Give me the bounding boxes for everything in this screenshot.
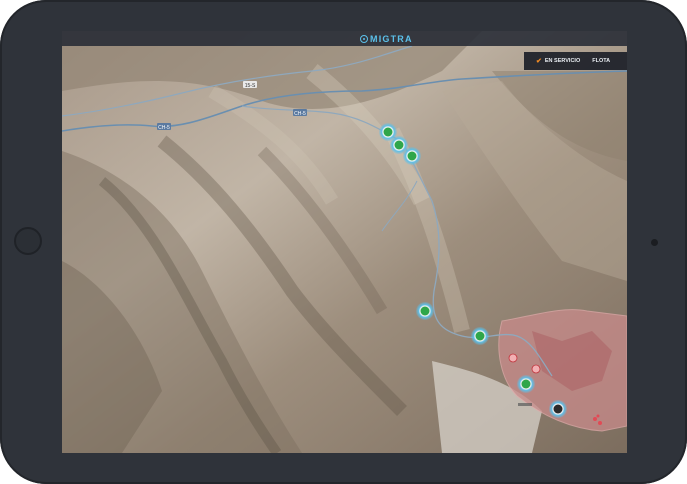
fleet-menu: ✔ EN SERVICIO FLOTA — [524, 52, 627, 70]
vehicle-marker-3[interactable] — [403, 147, 421, 165]
vehicle-marker-7[interactable] — [549, 400, 567, 418]
menu-item-flota[interactable]: FLOTA — [586, 52, 616, 70]
top-bar: MIGTRA — [62, 31, 627, 46]
home-button[interactable] — [14, 227, 42, 255]
poi-marker-1[interactable] — [508, 353, 518, 363]
vehicle-marker-4[interactable] — [416, 302, 434, 320]
menu-item-en-servicio[interactable]: ✔ EN SERVICIO — [524, 52, 586, 70]
map-screen[interactable]: CH-5 CH-5 15-S MIGTRA ✔ EN SERVICIO FLOT… — [62, 31, 627, 453]
vehicle-marker-6[interactable] — [517, 375, 535, 393]
satellite-map[interactable]: CH-5 CH-5 15-S — [62, 31, 627, 453]
poi-marker-3[interactable] — [593, 417, 597, 421]
vehicle-marker-5[interactable] — [471, 327, 489, 345]
check-icon: ✔ — [536, 58, 542, 65]
road-label-ch5-b: CH-5 — [294, 111, 306, 117]
tablet-frame: CH-5 CH-5 15-S MIGTRA ✔ EN SERVICIO FLOT… — [0, 0, 687, 484]
app-logo: MIGTRA — [360, 33, 413, 44]
road-label-15s: 15-S — [245, 83, 256, 89]
poi-marker-2[interactable] — [531, 364, 541, 374]
camera-icon — [651, 239, 658, 246]
logo-icon — [360, 34, 368, 43]
logo-text: MIGTRA — [370, 33, 413, 44]
road-label-ch5-a: CH-5 — [158, 125, 170, 131]
menu-item-en-servicio-label: EN SERVICIO — [544, 58, 581, 64]
menu-item-flota-label: FLOTA — [592, 58, 611, 64]
